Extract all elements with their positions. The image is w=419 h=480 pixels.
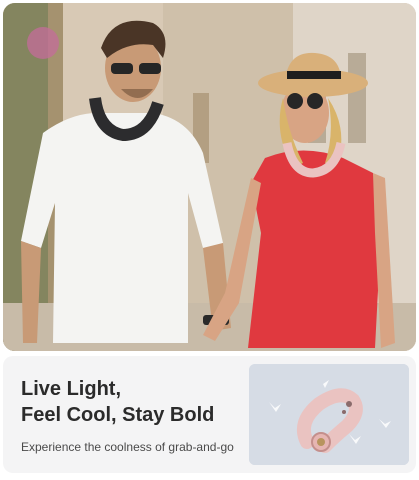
feature-card: Live Light, Feel Cool, Stay Bold Experie… — [3, 356, 416, 473]
tagline: Experience the coolness of grab-and-go — [21, 440, 234, 454]
headline-line-1: Live Light, — [21, 378, 121, 400]
neck-fan-icon — [249, 364, 409, 465]
flowers — [27, 27, 59, 59]
headline-line-2: Feel Cool, Stay Bold — [21, 404, 215, 426]
hero-illustration — [3, 3, 416, 351]
hero-photo — [3, 3, 416, 351]
product-image — [249, 364, 409, 465]
headline: Live Light, Feel Cool, Stay Bold — [21, 376, 241, 428]
